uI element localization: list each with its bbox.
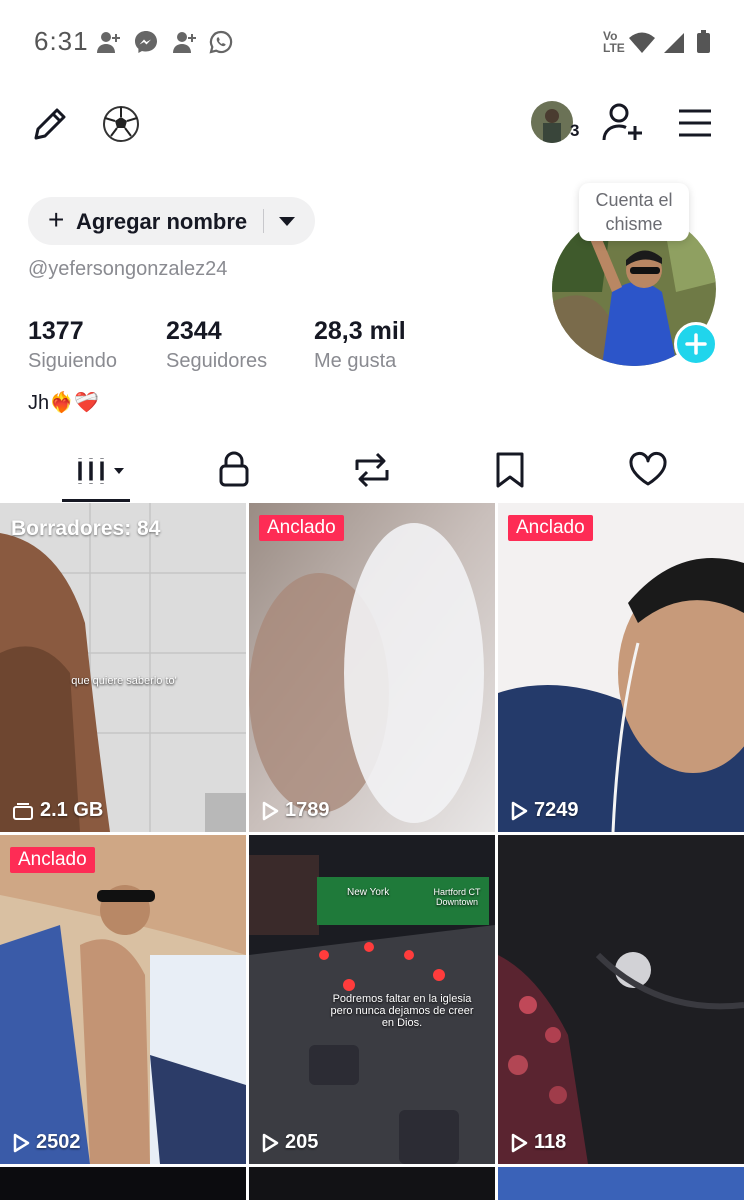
- pencil-icon[interactable]: [30, 104, 70, 144]
- drafts-label: Borradores: 84: [11, 517, 161, 540]
- story-prompt-tooltip[interactable]: Cuenta el chisme: [579, 183, 689, 241]
- view-count-value: 7249: [534, 799, 579, 821]
- tab-videos[interactable]: [62, 448, 132, 492]
- video-tile[interactable]: 118: [498, 835, 744, 1164]
- play-icon: [13, 1133, 30, 1152]
- plus-icon: [685, 333, 707, 355]
- stat-value: 28,3 mil: [314, 317, 406, 345]
- video-tile[interactable]: Anclado 1789: [249, 503, 495, 832]
- status-time: 6:31: [34, 26, 89, 56]
- view-count: 1789: [261, 799, 330, 822]
- view-count-value: 2502: [36, 1131, 81, 1153]
- bio-emojis: ❤️‍🔥❤️‍🩹: [49, 392, 99, 414]
- tooltip-text: Cuenta el chisme: [595, 190, 673, 234]
- active-tab-indicator: [62, 499, 130, 502]
- video-caption-overlay: Podremos faltar en la iglesia pero nunca…: [330, 993, 474, 1029]
- friend-avatar[interactable]: [531, 101, 573, 143]
- pinned-badge: Anclado: [10, 847, 95, 873]
- username: @yefersongonzalez24: [28, 258, 228, 280]
- stat-followers[interactable]: 2344 Seguidores: [166, 317, 267, 373]
- profile-tabs: [0, 440, 744, 502]
- sign-text: Hartford CT Downtown: [433, 887, 481, 907]
- view-count: 2502: [12, 1131, 81, 1154]
- signal-icon: [664, 33, 684, 53]
- stat-label: Me gusta: [314, 350, 397, 372]
- tab-private[interactable]: [214, 448, 254, 492]
- caret-down-icon[interactable]: [279, 217, 295, 226]
- view-count: 118: [510, 1131, 566, 1154]
- drafts-tile[interactable]: Borradores: 84 que quiere saberlo to' 2.…: [0, 503, 246, 832]
- stat-value: 1377: [28, 317, 84, 345]
- sign-text: New York: [347, 887, 390, 898]
- status-bar: 6:31 Vo LTE: [0, 0, 744, 84]
- video-tile[interactable]: [498, 1167, 744, 1200]
- soccer-ball-icon[interactable]: [101, 104, 141, 144]
- person-add-icon: [97, 32, 120, 53]
- view-count: 205: [261, 1131, 318, 1154]
- bio-text: Jh: [28, 392, 50, 414]
- video-tile[interactable]: Anclado 7249: [498, 503, 744, 832]
- stat-value: 2344: [166, 317, 222, 345]
- battery-icon: [697, 30, 710, 53]
- lock-icon: [219, 451, 249, 487]
- stat-following[interactable]: 1377 Siguiendo: [28, 317, 117, 373]
- pinned-badge: Anclado: [259, 515, 344, 541]
- add-name-button[interactable]: + Agregar nombre: [28, 197, 315, 245]
- menu-icon[interactable]: [677, 108, 713, 138]
- plus-icon: +: [48, 204, 65, 235]
- drafts-size-value: 2.1 GB: [40, 799, 104, 821]
- friends-count: 3: [570, 121, 580, 140]
- add-name-label: Agregar nombre: [76, 209, 248, 234]
- wifi-icon: [629, 32, 655, 53]
- play-icon: [511, 801, 528, 820]
- tab-liked[interactable]: [627, 448, 669, 492]
- play-icon: [262, 1133, 279, 1152]
- grid-icon: [76, 458, 124, 484]
- video-tile[interactable]: [0, 1167, 246, 1200]
- stat-label: Siguiendo: [28, 350, 117, 372]
- whatsapp-icon: [209, 30, 233, 54]
- view-count-value: 205: [285, 1131, 319, 1153]
- drafts-size: 2.1 GB: [12, 799, 103, 822]
- bookmark-icon: [496, 452, 524, 488]
- bio: Jh❤️‍🔥❤️‍🩹: [28, 390, 99, 415]
- add-story-button[interactable]: [674, 322, 718, 366]
- view-count-value: 118: [534, 1131, 567, 1153]
- messenger-icon: [135, 31, 157, 53]
- volte-icon: Vo LTE: [603, 29, 625, 55]
- play-icon: [262, 801, 279, 820]
- video-tile[interactable]: Anclado 2502: [0, 835, 246, 1164]
- play-icon: [511, 1133, 528, 1152]
- heart-icon: [629, 452, 667, 486]
- view-count-value: 1789: [285, 799, 330, 821]
- video-caption-overlay: que quiere saberlo to': [71, 675, 177, 687]
- tab-reposts[interactable]: [351, 448, 393, 492]
- pinned-badge: Anclado: [508, 515, 593, 541]
- stack-icon: [13, 802, 33, 820]
- repost-icon: [355, 452, 389, 488]
- video-tile[interactable]: [249, 1167, 495, 1200]
- tab-favorites[interactable]: [490, 448, 530, 492]
- stat-label: Seguidores: [166, 350, 268, 372]
- view-count: 7249: [510, 799, 579, 822]
- add-friend-icon[interactable]: [601, 102, 645, 144]
- profile-top-bar: 3: [0, 84, 744, 164]
- divider: [263, 209, 264, 233]
- stat-likes[interactable]: 28,3 mil Me gusta: [314, 317, 406, 373]
- person-add-icon: [173, 32, 196, 53]
- video-grid: Borradores: 84 que quiere saberlo to' 2.…: [0, 503, 744, 1200]
- video-tile[interactable]: New York Hartford CT Downtown Podremos f…: [249, 835, 495, 1164]
